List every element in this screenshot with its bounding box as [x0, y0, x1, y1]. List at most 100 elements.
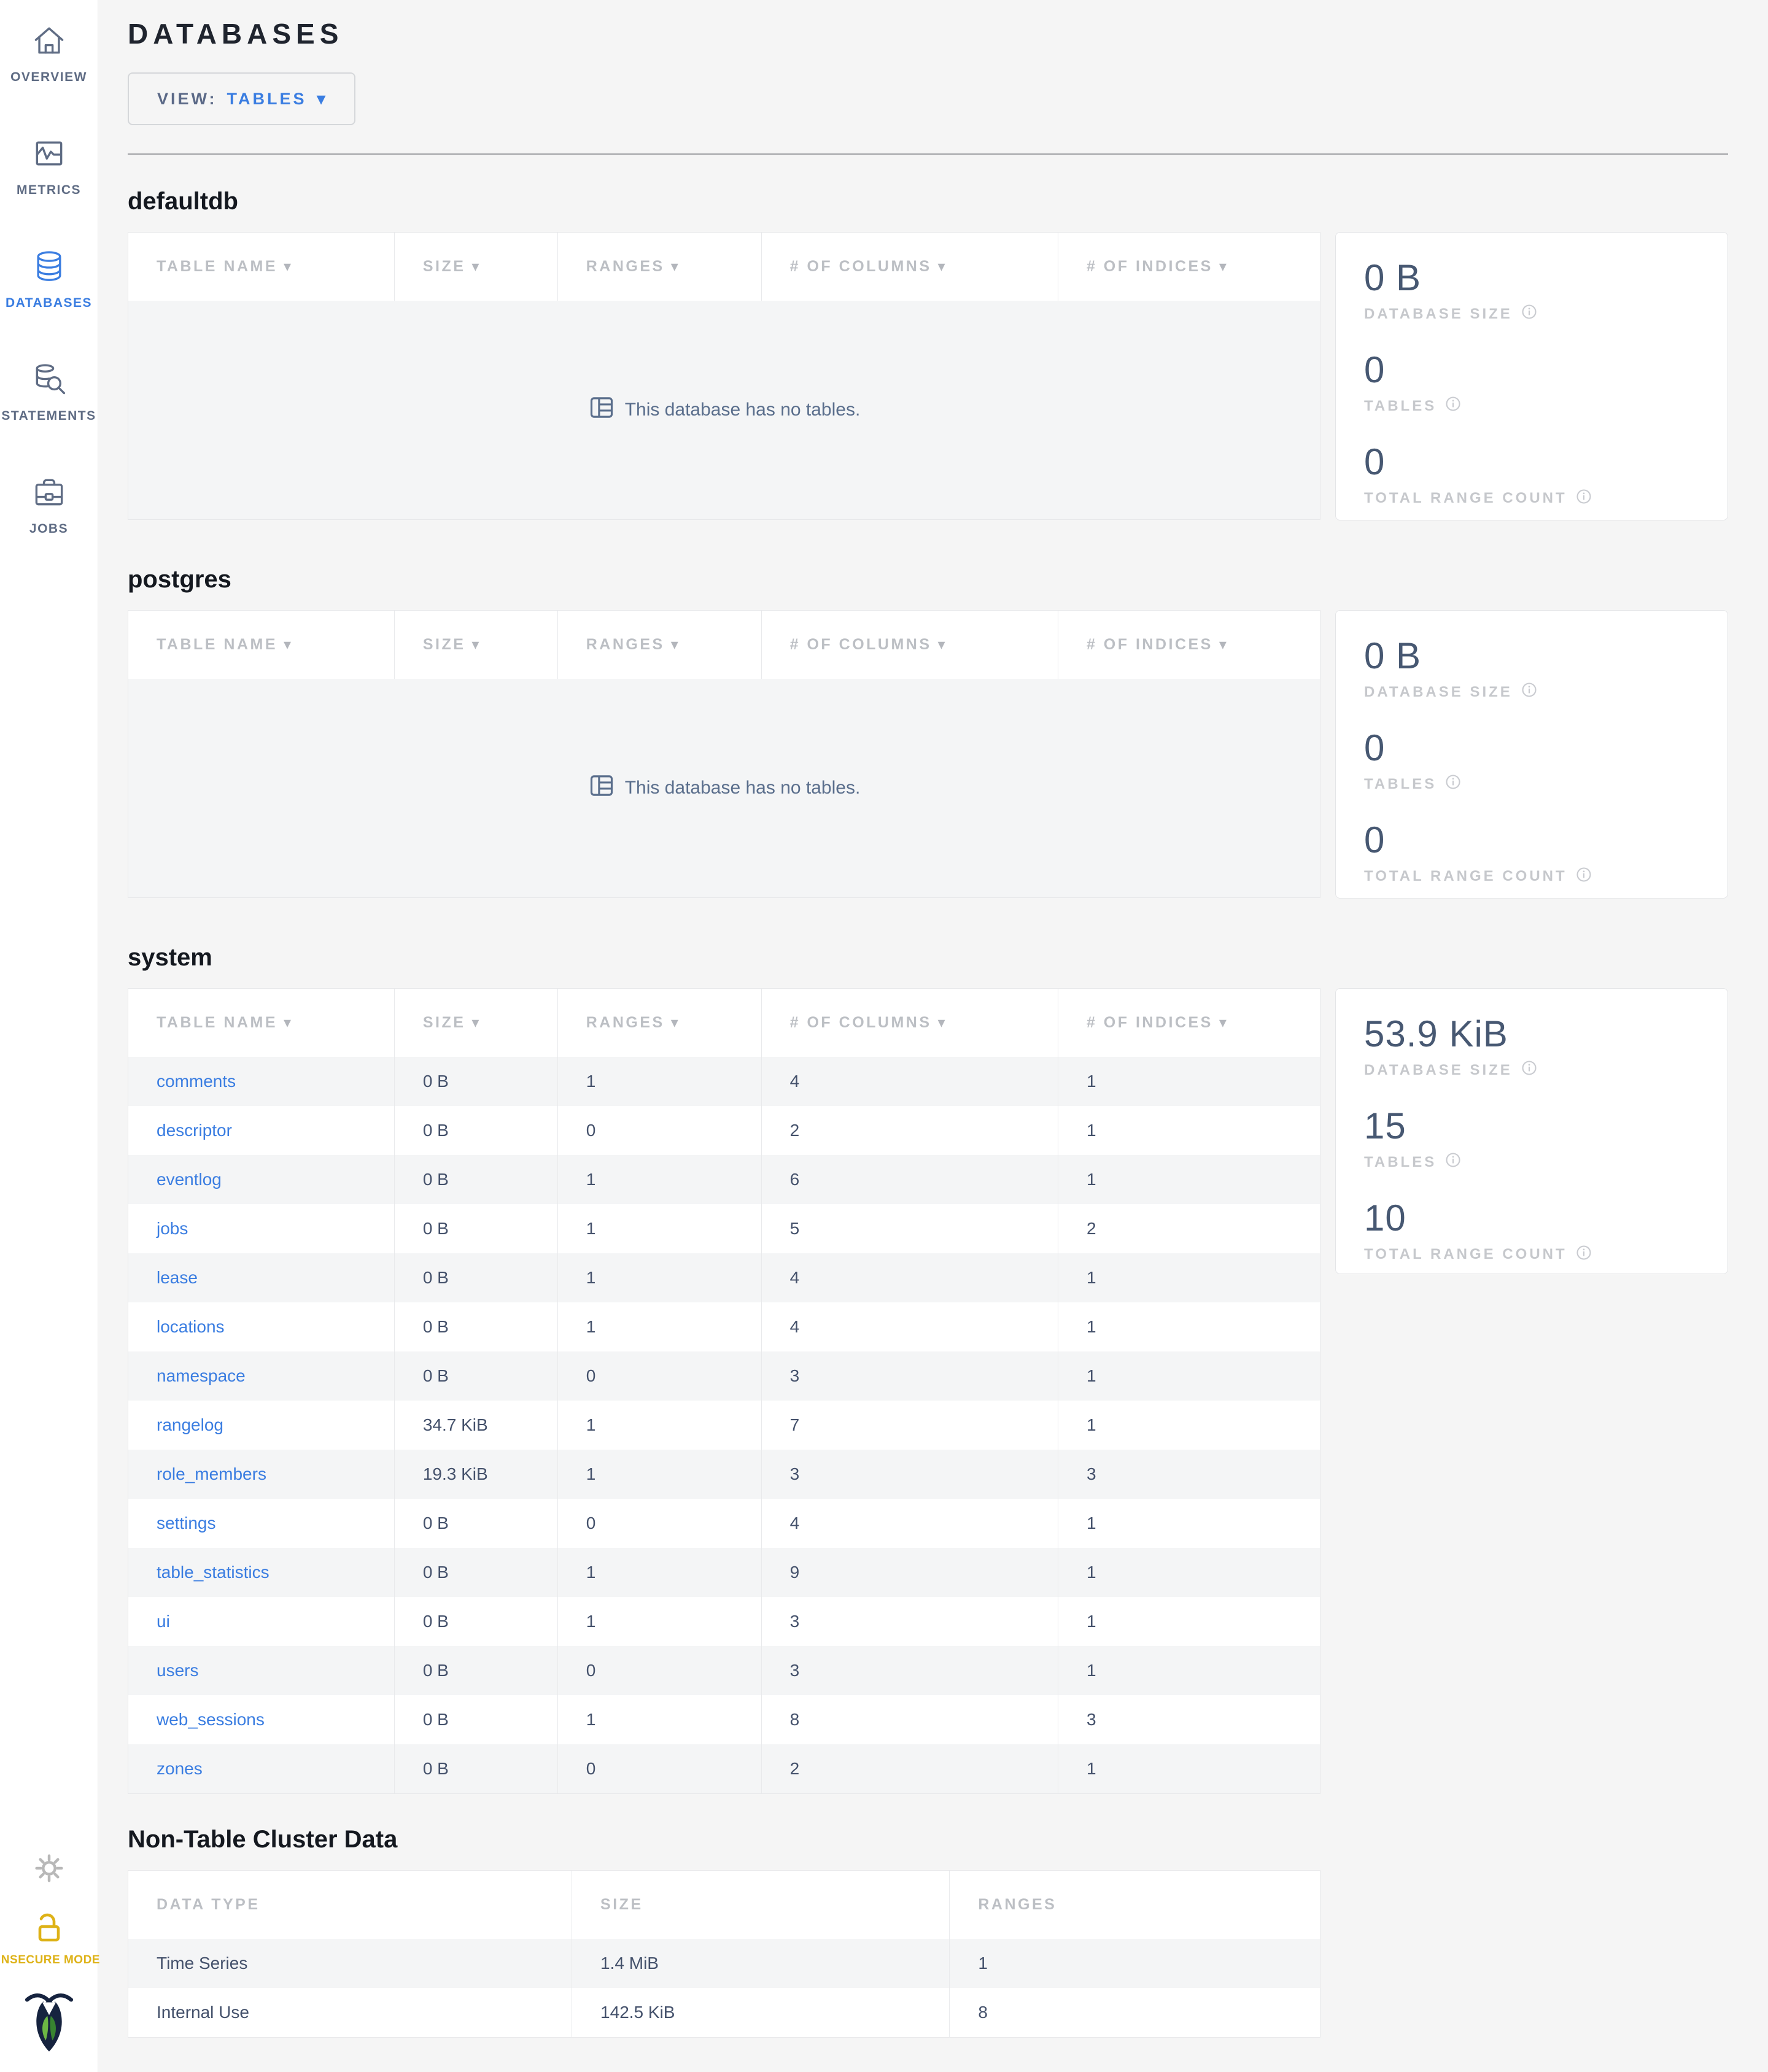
main-content: DATABASES VIEW: TABLES ▾ defaultdb TABLE…	[98, 0, 1768, 2072]
sort-arrow-icon: ▾	[670, 1015, 678, 1031]
column-header-size[interactable]: SIZE ▾	[394, 989, 557, 1057]
columns-count-cell: 8	[761, 1695, 1058, 1744]
table-name-link[interactable]: jobs	[157, 1219, 188, 1239]
column-header-ranges[interactable]: RANGES ▾	[557, 611, 761, 679]
info-icon[interactable]	[1575, 1244, 1592, 1266]
column-header-size[interactable]: SIZE ▾	[394, 611, 557, 679]
database-size-value: 53.9 KiB	[1364, 1013, 1508, 1054]
table-name-link[interactable]: settings	[157, 1513, 216, 1533]
table-row: web_sessions 0 B 1 8 3	[128, 1695, 1320, 1744]
size-cell: 0 B	[394, 1646, 557, 1695]
table-header-row: DATA TYPE SIZE RANGES	[128, 1871, 1320, 1939]
sidebar-item-jobs[interactable]: JOBS	[0, 474, 98, 536]
ranges-cell: 0	[557, 1351, 761, 1401]
empty-table-message: This database has no tables.	[128, 679, 1320, 897]
range-count-value: 0	[1364, 819, 1386, 861]
sidebar-item-label: METRICS	[17, 183, 81, 197]
table-row: lease 0 B 1 4 1	[128, 1253, 1320, 1302]
table-row: Internal Use 142.5 KiB 8	[128, 1988, 1320, 2037]
insecure-mode-indicator[interactable]: INSECURE MODE	[0, 1909, 100, 1967]
table-name-cell: rangelog	[128, 1401, 394, 1450]
column-header-columns[interactable]: # OF COLUMNS ▾	[761, 989, 1058, 1057]
indices-count-cell: 1	[1057, 1106, 1320, 1155]
table-name-link[interactable]: role_members	[157, 1464, 266, 1484]
info-icon[interactable]	[1575, 866, 1592, 887]
table-name-link[interactable]: comments	[157, 1072, 236, 1091]
column-header-size[interactable]: SIZE ▾	[394, 233, 557, 301]
database-stats-card: 53.9 KiB DATABASE SIZE 15 TABLES 10 TOTA…	[1335, 988, 1728, 1274]
table-name-link[interactable]: namespace	[157, 1366, 246, 1386]
sidebar-item-overview[interactable]: OVERVIEW	[0, 22, 98, 85]
table-name-link[interactable]: eventlog	[157, 1170, 222, 1189]
info-icon[interactable]	[1444, 1151, 1462, 1173]
column-header-indices[interactable]: # OF INDICES ▾	[1057, 989, 1320, 1057]
column-header-table-name[interactable]: TABLE NAME ▾	[128, 233, 394, 301]
table-name-link[interactable]: locations	[157, 1317, 225, 1337]
table-name-link[interactable]: lease	[157, 1268, 198, 1288]
database-size-value: 0 B	[1364, 635, 1422, 676]
table-row: rangelog 34.7 KiB 1 7 1	[128, 1401, 1320, 1450]
info-icon[interactable]	[1444, 395, 1462, 417]
size-cell: 0 B	[394, 1106, 557, 1155]
tables-count-label: TABLES	[1364, 775, 1437, 792]
info-icon[interactable]	[1521, 681, 1538, 703]
settings-button[interactable]	[30, 1849, 68, 1890]
column-header-table-name[interactable]: TABLE NAME ▾	[128, 989, 394, 1057]
info-icon[interactable]	[1575, 488, 1592, 509]
column-header-ranges[interactable]: RANGES ▾	[557, 989, 761, 1057]
cockroach-icon	[19, 1993, 79, 2062]
sort-arrow-icon: ▾	[471, 1015, 479, 1031]
sort-arrow-icon: ▾	[670, 636, 678, 653]
sort-arrow-icon: ▾	[1219, 636, 1227, 653]
column-header-columns[interactable]: # OF COLUMNS ▾	[761, 233, 1058, 301]
database-stats-card: 0 B DATABASE SIZE 0 TABLES 0 TOTAL RANGE…	[1335, 610, 1728, 899]
table-name-link[interactable]: rangelog	[157, 1415, 223, 1435]
table-header-row: TABLE NAME ▾ SIZE ▾ RANGES ▾ # OF COLUMNS ▾ …	[128, 233, 1320, 301]
range-count-value: 10	[1364, 1197, 1406, 1239]
info-icon[interactable]	[1444, 773, 1462, 795]
home-icon	[31, 22, 68, 62]
table-row: settings 0 B 0 4 1	[128, 1499, 1320, 1548]
sidebar-item-databases[interactable]: DATABASES	[0, 248, 98, 311]
table-name-link[interactable]: zones	[157, 1759, 203, 1779]
data-type-cell: Time Series	[157, 1954, 248, 1973]
range-count-label: TOTAL RANGE COUNT	[1364, 868, 1567, 885]
column-header-indices[interactable]: # OF INDICES ▾	[1057, 611, 1320, 679]
size-cell: 19.3 KiB	[394, 1450, 557, 1499]
ranges-cell: 1	[557, 1302, 761, 1351]
column-header-table-name[interactable]: TABLE NAME ▾	[128, 611, 394, 679]
table-name-link[interactable]: ui	[157, 1612, 170, 1631]
sort-arrow-icon: ▾	[284, 258, 292, 275]
info-icon[interactable]	[1521, 1059, 1538, 1081]
table-name-link[interactable]: web_sessions	[157, 1710, 265, 1730]
sidebar-item-metrics[interactable]: METRICS	[0, 135, 98, 198]
size-cell: 0 B	[394, 1597, 557, 1646]
table-row: users 0 B 0 3 1	[128, 1646, 1320, 1695]
non-table-cluster-data-section: Non-Table Cluster Data DATA TYPE SIZE RA…	[128, 1825, 1728, 2038]
column-header-columns[interactable]: # OF COLUMNS ▾	[761, 611, 1058, 679]
view-select-dropdown[interactable]: VIEW: TABLES ▾	[128, 72, 355, 125]
sort-arrow-icon: ▾	[1219, 1015, 1227, 1031]
table-name-link[interactable]: table_statistics	[157, 1563, 269, 1582]
columns-count-cell: 2	[761, 1106, 1058, 1155]
indices-count-cell: 1	[1057, 1155, 1320, 1204]
size-cell: 142.5 KiB	[572, 1988, 949, 2037]
sidebar-item-statements[interactable]: STATEMENTS	[0, 361, 98, 423]
column-header-ranges[interactable]: RANGES ▾	[557, 233, 761, 301]
table-row: Time Series 1.4 MiB 1	[128, 1939, 1320, 1988]
ranges-cell: 1	[557, 1401, 761, 1450]
columns-count-cell: 4	[761, 1499, 1058, 1548]
sidebar-item-label: JOBS	[29, 522, 69, 536]
table-name-link[interactable]: users	[157, 1661, 198, 1680]
range-count-label: TOTAL RANGE COUNT	[1364, 490, 1567, 507]
size-cell: 0 B	[394, 1351, 557, 1401]
ranges-cell: 1	[557, 1597, 761, 1646]
indices-count-cell: 1	[1057, 1744, 1320, 1793]
view-value: TABLES	[227, 89, 307, 108]
table-name-link[interactable]: descriptor	[157, 1121, 232, 1140]
ranges-cell: 8	[949, 1988, 1320, 2037]
info-icon[interactable]	[1521, 303, 1538, 325]
table-row: role_members 19.3 KiB 1 3 3	[128, 1450, 1320, 1499]
ranges-cell: 1	[949, 1939, 1320, 1988]
column-header-indices[interactable]: # OF INDICES ▾	[1057, 233, 1320, 301]
